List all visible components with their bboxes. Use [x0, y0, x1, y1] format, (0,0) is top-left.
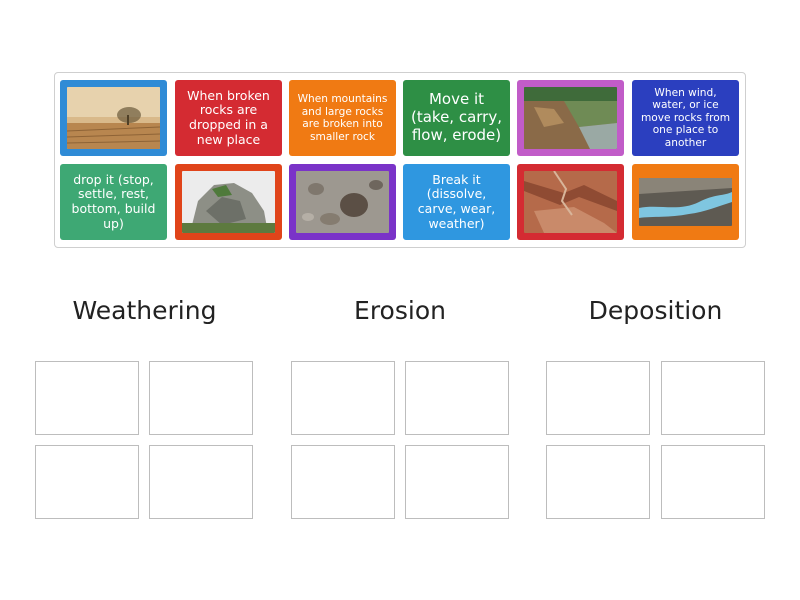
card-erosion-definition[interactable]: When wind, water, or ice move rocks from… [632, 80, 739, 156]
card-rubble-rocks[interactable] [289, 164, 396, 240]
glacial-river-image [639, 178, 732, 226]
rocky-outcrop-image [182, 171, 275, 233]
card-text: When broken rocks are dropped in a new p… [187, 87, 270, 147]
dusty-field-image [67, 87, 160, 149]
deposition-heading: Deposition [588, 296, 723, 325]
card-text: When mountains and large rocks are broke… [297, 93, 388, 143]
eroded-riverbank-image [524, 87, 617, 149]
card-deposition-keywords[interactable]: drop it (stop, settle, rest, bottom, bui… [60, 164, 167, 240]
weathering-drop-slot[interactable] [35, 445, 139, 519]
deposition-drop-slot[interactable] [661, 361, 765, 435]
weathering-heading: Weathering [72, 296, 217, 325]
card-rocky-outcrop[interactable] [175, 164, 282, 240]
weathering-drop-slot[interactable] [35, 361, 139, 435]
card-red-canyon-delta[interactable] [517, 164, 624, 240]
erosion-heading: Erosion [354, 296, 446, 325]
card-eroded-riverbank[interactable] [517, 80, 624, 156]
card-erosion-keywords[interactable]: Move it (take, carry, flow, erode) [403, 80, 510, 156]
deposition-drop-slot[interactable] [546, 445, 650, 519]
deposition-drop-slot[interactable] [546, 361, 650, 435]
card-text: drop it (stop, settle, rest, bottom, bui… [71, 171, 156, 231]
card-glacial-river[interactable] [632, 164, 739, 240]
erosion-drop-slot[interactable] [405, 361, 509, 435]
weathering-drop-slot[interactable] [149, 445, 253, 519]
card-text: Break it (dissolve, carve, wear, weather… [417, 171, 496, 231]
card-weathering-keywords[interactable]: Break it (dissolve, carve, wear, weather… [403, 164, 510, 240]
card-deposition-definition[interactable]: When broken rocks are dropped in a new p… [175, 80, 282, 156]
card-dusty-field[interactable] [60, 80, 167, 156]
erosion-drop-slot[interactable] [291, 445, 395, 519]
rubble-rocks-image [296, 171, 389, 233]
card-weathering-definition[interactable]: When mountains and large rocks are broke… [289, 80, 396, 156]
weathering-drop-slot[interactable] [149, 361, 253, 435]
red-canyon-delta-image [524, 171, 617, 233]
card-text: When wind, water, or ice move rocks from… [640, 86, 731, 149]
card-text: Move it (take, carry, flow, erode) [411, 90, 502, 144]
erosion-drop-slot[interactable] [291, 361, 395, 435]
erosion-drop-slot[interactable] [405, 445, 509, 519]
deposition-drop-slot[interactable] [661, 445, 765, 519]
